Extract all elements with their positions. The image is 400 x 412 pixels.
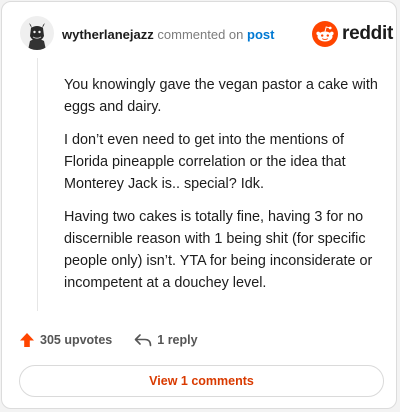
comment-card: wytherlanejazz commented on post reddit … [1, 1, 397, 409]
comment-paragraph: I don’t even need to get into the mentio… [64, 132, 346, 192]
comment-paragraph: You knowingly gave the vegan pastor a ca… [64, 77, 378, 115]
comment-header: wytherlanejazz commented on post [62, 27, 274, 43]
thread-line[interactable] [37, 58, 38, 311]
avatar-image [20, 16, 54, 50]
post-link[interactable]: post [247, 27, 274, 42]
reddit-wordmark: reddit [342, 23, 393, 44]
view-comments-button[interactable]: View 1 comments [19, 365, 384, 397]
reply-icon [134, 334, 152, 347]
upvote-arrow-icon [20, 333, 34, 347]
reply-button[interactable]: 1 reply [134, 333, 198, 347]
reddit-logo-icon [312, 21, 338, 47]
comment-actions: 305 upvotes 1 reply [19, 332, 198, 348]
commented-on-text: commented on [157, 27, 244, 42]
avatar[interactable] [20, 16, 54, 50]
reply-count: 1 reply [157, 333, 198, 347]
comment-paragraph: Having two cakes is totally fine, having… [64, 209, 373, 291]
comment-body: You knowingly gave the vegan pastor a ca… [64, 74, 384, 305]
upvote-button[interactable]: 305 upvotes [19, 332, 112, 348]
upvote-count: 305 upvotes [40, 333, 113, 347]
reddit-brand[interactable]: reddit [312, 21, 393, 47]
username[interactable]: wytherlanejazz [62, 27, 154, 42]
